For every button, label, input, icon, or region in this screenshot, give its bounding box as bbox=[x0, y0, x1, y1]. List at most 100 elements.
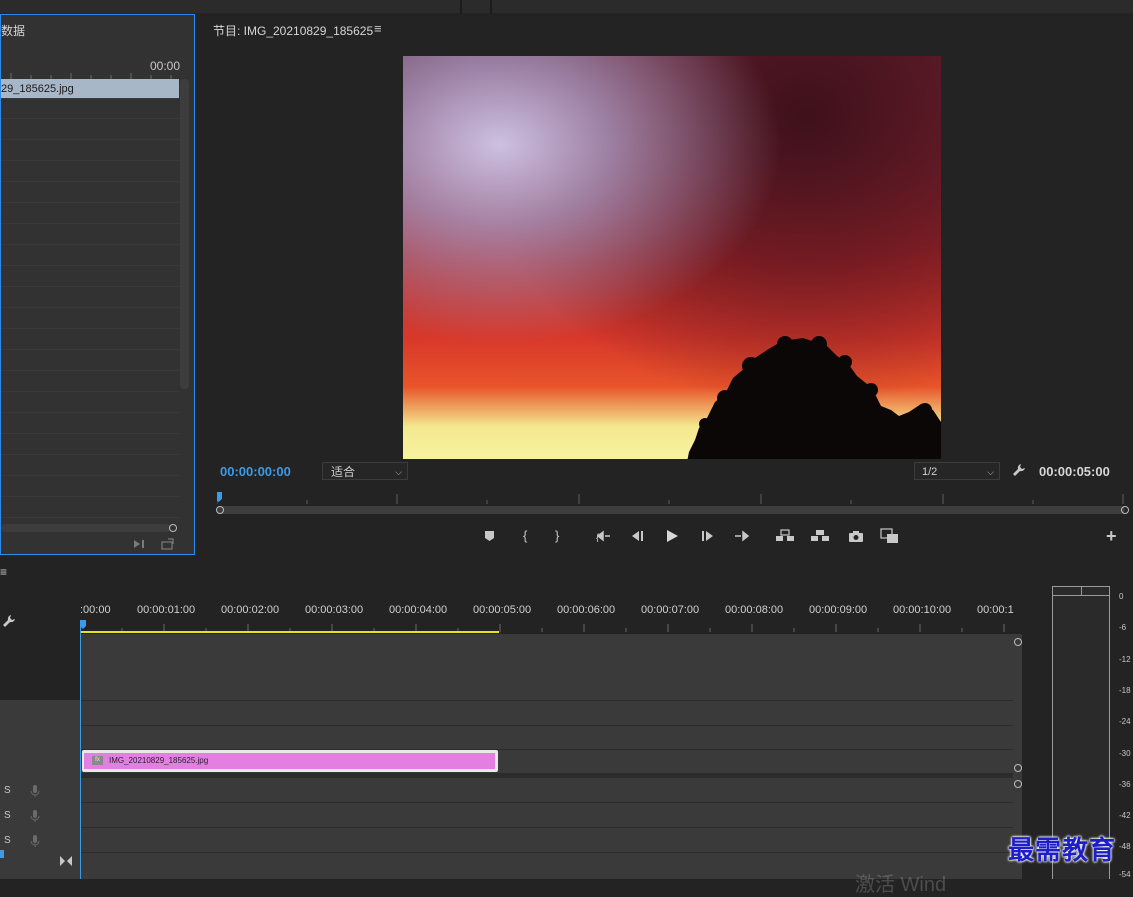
meter-divider bbox=[1081, 587, 1082, 596]
current-timecode[interactable]: 00:00:00:00 bbox=[220, 464, 291, 479]
list-row bbox=[1, 99, 179, 119]
list-row bbox=[1, 309, 179, 329]
video-preview bbox=[403, 56, 941, 459]
work-area-bar[interactable] bbox=[80, 631, 499, 633]
lift-icon[interactable] bbox=[775, 529, 795, 543]
microphone-icon[interactable] bbox=[30, 809, 40, 823]
scroll-handle[interactable] bbox=[1014, 780, 1022, 788]
vertical-scrollbar[interactable] bbox=[180, 79, 189, 389]
activation-watermark: 激活 Wind bbox=[855, 874, 947, 896]
playback-resolution-dropdown[interactable]: 1/2 ⌵ bbox=[914, 462, 1000, 480]
audio-track[interactable] bbox=[80, 803, 1014, 827]
timeline-panel: ≡ :00:00 00:00:01:00 00:00:02:00 00:00:0… bbox=[0, 560, 1040, 879]
step-forward-icon[interactable] bbox=[700, 530, 716, 542]
new-item-icon[interactable] bbox=[160, 538, 176, 550]
scroll-handle-right[interactable] bbox=[1121, 506, 1129, 514]
ruler-label: 00:00:04:00 bbox=[389, 604, 448, 616]
track-height-toggle-icon[interactable] bbox=[60, 856, 72, 866]
meter-label: -6 bbox=[1119, 623, 1127, 632]
ruler-label: 00:00:08:00 bbox=[725, 604, 784, 616]
panel-divider[interactable] bbox=[460, 0, 462, 13]
microphone-icon[interactable] bbox=[30, 784, 40, 798]
monitor-time-ruler[interactable] bbox=[217, 492, 1125, 504]
button-editor-add-button[interactable]: + bbox=[1106, 526, 1117, 546]
comparison-view-icon[interactable] bbox=[880, 528, 900, 544]
play-icon[interactable] bbox=[665, 529, 679, 543]
chevron-down-icon: ⌵ bbox=[987, 467, 994, 477]
scroll-handle-left[interactable] bbox=[216, 506, 224, 514]
scroll-handle[interactable] bbox=[1014, 638, 1022, 646]
list-row bbox=[1, 162, 179, 182]
ruler-label: 00:00:09:00 bbox=[809, 604, 868, 616]
duration-timecode: 00:00:05:00 bbox=[1039, 464, 1110, 479]
meter-label: -18 bbox=[1119, 686, 1131, 695]
mark-in-icon[interactable]: { bbox=[523, 526, 527, 546]
playhead-marker[interactable] bbox=[217, 492, 222, 502]
add-marker-icon[interactable] bbox=[484, 530, 495, 542]
timeline-clip[interactable]: fx IMG_20210829_185625.jpg bbox=[82, 750, 498, 772]
ruler-label: :00:00 bbox=[80, 604, 111, 616]
list-row bbox=[1, 204, 179, 224]
microphone-icon[interactable] bbox=[30, 834, 40, 848]
clip-body[interactable]: fx IMG_20210829_185625.jpg bbox=[84, 753, 495, 769]
track-headers: S S S bbox=[0, 620, 80, 879]
list-row bbox=[1, 477, 179, 497]
extract-icon[interactable] bbox=[810, 529, 830, 543]
playhead-line[interactable] bbox=[80, 620, 81, 879]
list-row bbox=[1, 414, 179, 434]
timeline-tracks[interactable]: fx IMG_20210829_185625.jpg bbox=[80, 634, 1014, 879]
solo-button[interactable]: S bbox=[4, 835, 11, 846]
go-to-out-icon[interactable] bbox=[734, 530, 750, 542]
list-row bbox=[1, 267, 179, 287]
chevron-down-icon: ⌵ bbox=[395, 467, 402, 477]
meter-label: -30 bbox=[1119, 749, 1131, 758]
wrench-settings-icon[interactable] bbox=[1012, 463, 1026, 477]
panel-title[interactable]: 数据 bbox=[1, 22, 25, 39]
zoom-fit-dropdown[interactable]: 适合 ⌵ bbox=[322, 462, 408, 480]
zoom-fit-value: 适合 bbox=[331, 465, 356, 479]
monitor-title[interactable]: 节目: IMG_20210829_185625 bbox=[213, 22, 373, 39]
step-back-icon[interactable] bbox=[629, 530, 645, 542]
list-row bbox=[1, 246, 179, 266]
export-frame-camera-icon[interactable] bbox=[848, 529, 864, 543]
audio-track[interactable] bbox=[80, 828, 1014, 852]
list-row bbox=[1, 120, 179, 140]
go-to-in-icon[interactable]: { bbox=[596, 530, 612, 542]
tree-silhouette-image bbox=[687, 336, 941, 459]
automate-to-sequence-icon[interactable] bbox=[132, 538, 148, 550]
ruler-label: 00:00:01:00 bbox=[137, 604, 196, 616]
panel-divider[interactable] bbox=[490, 0, 492, 13]
video-track[interactable] bbox=[80, 634, 1014, 700]
monitor-zoom-scrollbar[interactable] bbox=[217, 506, 1125, 514]
mark-out-icon[interactable]: } bbox=[555, 526, 559, 546]
video-track[interactable] bbox=[80, 701, 1014, 725]
timeline-menu-icon[interactable]: ≡ bbox=[0, 565, 7, 579]
solo-button[interactable]: S bbox=[4, 785, 11, 796]
scroll-handle[interactable] bbox=[1014, 764, 1022, 772]
track-header-area bbox=[0, 700, 80, 879]
ruler-label: 00:00:06:00 bbox=[557, 604, 616, 616]
horizontal-scrollbar[interactable] bbox=[1, 524, 171, 532]
project-panel: 数据 00:00 29_185625.jpg bbox=[0, 14, 195, 555]
meter-label: -42 bbox=[1119, 811, 1131, 820]
video-track[interactable] bbox=[80, 726, 1014, 749]
meter-label: -54 bbox=[1119, 870, 1131, 879]
timeline-time-ruler[interactable]: :00:00 00:00:01:00 00:00:02:00 00:00:03:… bbox=[80, 600, 1014, 634]
top-panel-strip bbox=[0, 0, 1133, 13]
list-row bbox=[1, 351, 179, 371]
scroll-handle[interactable] bbox=[169, 524, 177, 532]
fx-badge-icon: fx bbox=[92, 756, 103, 766]
list-row bbox=[1, 183, 179, 203]
list-row bbox=[1, 288, 179, 308]
brand-watermark: 最需教育 bbox=[1008, 836, 1117, 866]
monitor-menu-icon[interactable]: ≡ bbox=[374, 21, 382, 36]
resolution-value: 1/2 bbox=[922, 466, 938, 478]
solo-button[interactable]: S bbox=[4, 810, 11, 821]
program-monitor: 节目: IMG_20210829_185625 ≡ 00:00:00:00 适合… bbox=[200, 14, 1133, 555]
list-row bbox=[1, 393, 179, 413]
project-item-selected[interactable]: 29_185625.jpg bbox=[1, 79, 179, 99]
track-target-indicator[interactable] bbox=[0, 850, 4, 858]
list-row bbox=[1, 498, 179, 518]
audio-track[interactable] bbox=[80, 778, 1014, 802]
meter-label: -12 bbox=[1119, 655, 1131, 664]
